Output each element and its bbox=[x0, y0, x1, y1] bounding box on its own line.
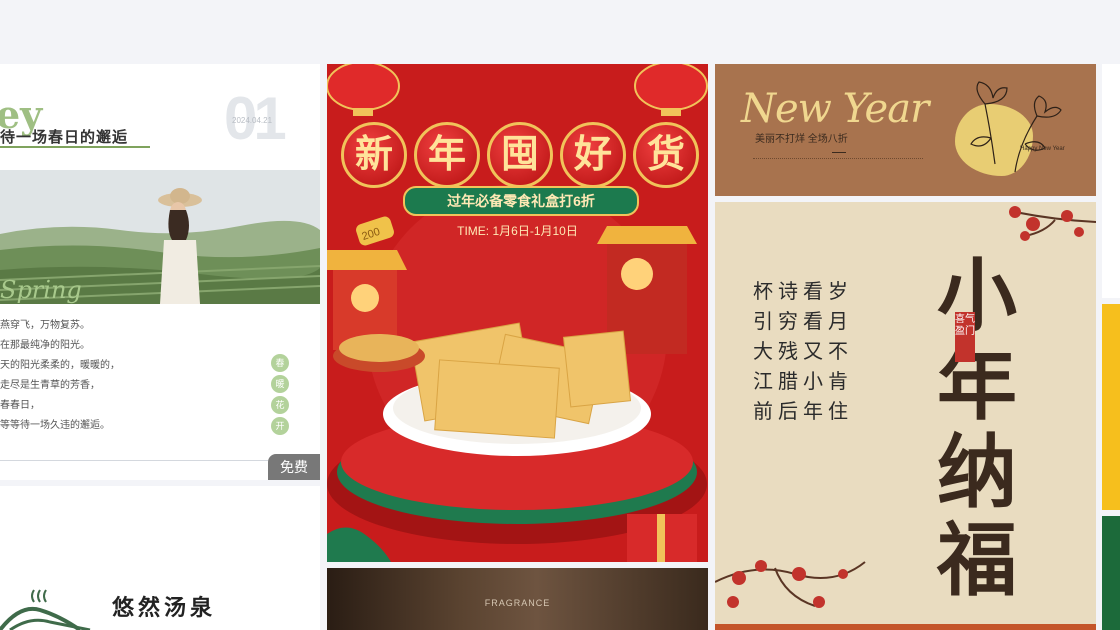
fragrance-label: FRAGRANCE bbox=[484, 598, 551, 608]
poem-line: 等等待一场久违的邂逅。 bbox=[0, 420, 110, 431]
poem: 杯诗看岁 引穷看月 大残又不 江腊小肯 前后年住 bbox=[753, 276, 853, 426]
poem-line: 引穷看月 bbox=[753, 309, 853, 333]
poem-line: 走尽是生青草的芳香， bbox=[0, 380, 100, 391]
top-bar bbox=[0, 0, 1120, 64]
script-title: Spring bbox=[0, 276, 82, 304]
template-card-spring[interactable]: ey 01 2024.04.21 待一场春日的邂逅 Spring 燕穿飞，万物复… bbox=[0, 64, 320, 480]
title-char: 囤 bbox=[487, 122, 553, 188]
card-title-cn: 待一场春日的邂逅 bbox=[0, 129, 129, 146]
title-char: 年 bbox=[937, 337, 1017, 431]
dash bbox=[832, 152, 846, 153]
template-card-newyear-goods[interactable]: 200 新 年 囤 好 货 过年必备零食礼盒打6折 TIME: 1月6日-1月1… bbox=[327, 64, 708, 562]
template-card-spa[interactable]: 悠然汤泉 bbox=[0, 486, 320, 630]
poem-line: 江腊小肯 bbox=[753, 369, 853, 393]
season-dot: 春 bbox=[271, 354, 289, 372]
poem-line: 在那最纯净的阳光。 bbox=[0, 340, 90, 351]
poem-line: 春春日， bbox=[0, 400, 40, 411]
xiaonian-title: 小 年 纳 福 bbox=[937, 252, 1017, 604]
season-dots: 春 暖 花 开 bbox=[271, 354, 289, 438]
title-char: 纳 bbox=[937, 425, 1017, 519]
season-dot: 花 bbox=[271, 396, 289, 414]
red-seal: 喜气盈门 bbox=[955, 312, 975, 362]
poem-lines: 燕穿飞，万物复苏。 在那最纯净的阳光。 天的阳光柔柔的，暖暖的， 走尽是生青草的… bbox=[0, 316, 120, 436]
template-card-fragrance[interactable]: FRAGRANCE bbox=[327, 568, 708, 630]
goods-subtitle: 过年必备零食礼盒打6折 bbox=[403, 186, 639, 216]
issue-date: 2024.04.21 bbox=[232, 116, 273, 125]
template-card-new-year[interactable]: New Year 美丽不打烊 全场八折 Happy New Year bbox=[715, 64, 1096, 196]
title-char: 好 bbox=[560, 122, 626, 188]
new-year-subtitle: 美丽不打烊 全场八折 bbox=[755, 134, 848, 145]
title-char: 小 bbox=[937, 249, 1017, 343]
bottom-stripe bbox=[715, 624, 1096, 630]
template-card-partial[interactable] bbox=[1102, 64, 1120, 298]
free-badge: 免费 bbox=[268, 454, 320, 480]
spa-name: 悠然汤泉 bbox=[112, 595, 217, 621]
template-card-partial[interactable] bbox=[1102, 304, 1120, 510]
season-dot: 暖 bbox=[271, 375, 289, 393]
spa-logo-icon bbox=[0, 586, 100, 630]
title-char: 福 bbox=[937, 513, 1017, 607]
poem-line: 天的阳光柔柔的，暖暖的， bbox=[0, 360, 120, 371]
divider bbox=[0, 460, 268, 461]
title-char: 货 bbox=[633, 122, 699, 188]
template-card-xiaonian[interactable]: 杯诗看岁 引穷看月 大残又不 江腊小肯 前后年住 小 年 纳 福 喜气盈门 bbox=[715, 202, 1096, 630]
new-year-script: New Year bbox=[741, 86, 929, 132]
title-underline bbox=[0, 146, 150, 148]
template-card-partial[interactable] bbox=[1102, 516, 1120, 630]
title-char: 新 bbox=[341, 122, 407, 188]
small-text bbox=[753, 158, 923, 162]
season-dot: 开 bbox=[271, 417, 289, 435]
new-year-tag: Happy New Year bbox=[1020, 146, 1065, 152]
goods-title: 新 年 囤 好 货 bbox=[341, 122, 706, 188]
goods-time: TIME: 1月6日-1月10日 bbox=[457, 224, 578, 238]
title-char: 年 bbox=[414, 122, 480, 188]
poem-line: 杯诗看岁 bbox=[753, 279, 853, 303]
poem-line: 前后年住 bbox=[753, 399, 853, 423]
poem-line: 大残又不 bbox=[753, 339, 853, 363]
poem-line: 燕穿飞，万物复苏。 bbox=[0, 320, 90, 331]
